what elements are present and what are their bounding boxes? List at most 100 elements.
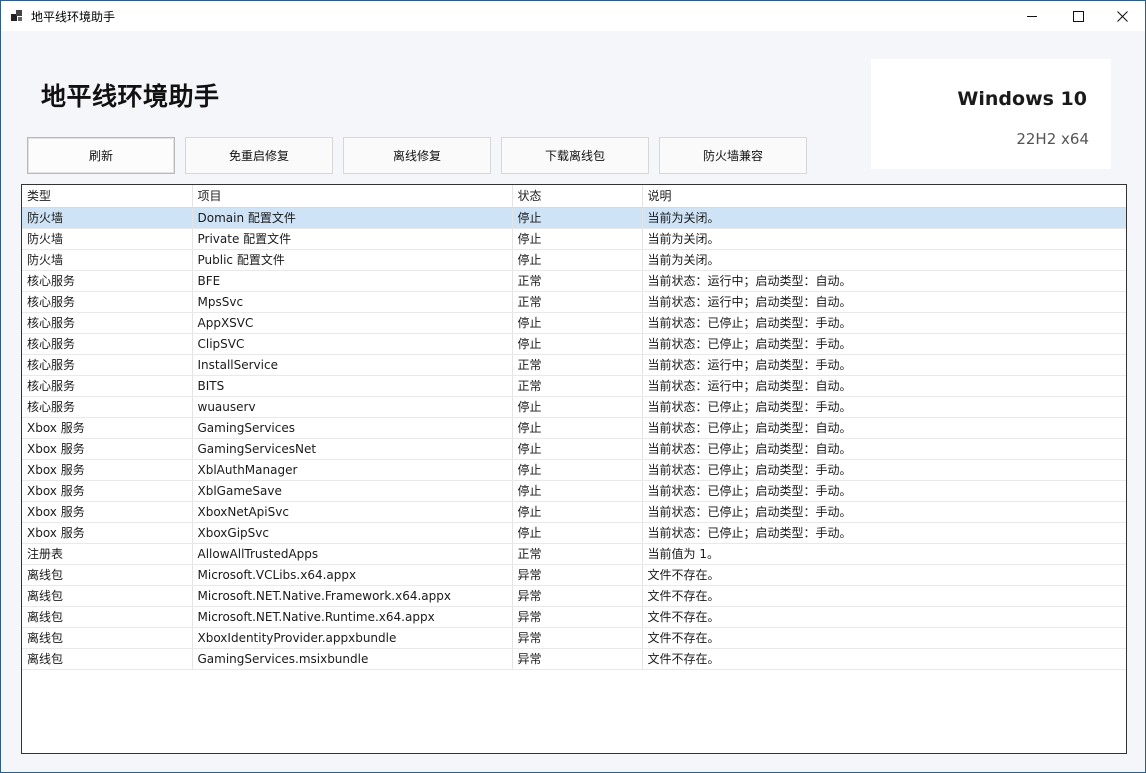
cell-status: 正常 xyxy=(512,354,643,376)
no-restart-repair-button[interactable]: 免重启修复 xyxy=(185,137,333,174)
table-row[interactable]: 防火墙 Domain 配置文件 停止 当前为关闭。 xyxy=(22,207,1126,229)
offline-repair-button[interactable]: 离线修复 xyxy=(343,137,491,174)
os-name: Windows 10 xyxy=(957,88,1087,110)
table-row[interactable]: 核心服务 BFE 正常 当前状态：运行中；启动类型：自动。 xyxy=(22,270,1126,292)
cell-status: 停止 xyxy=(512,438,643,460)
cell-item: GamingServicesNet xyxy=(192,438,513,460)
table-row[interactable]: 防火墙 Public 配置文件 停止 当前为关闭。 xyxy=(22,249,1126,271)
cell-status: 停止 xyxy=(512,312,643,334)
close-button[interactable] xyxy=(1099,1,1145,31)
cell-description: 当前状态：已停止；启动类型：手动。 xyxy=(642,333,1126,355)
cell-description: 文件不存在。 xyxy=(642,564,1126,586)
table-row[interactable]: Xbox 服务 XblGameSave 停止 当前状态：已停止；启动类型：手动。 xyxy=(22,480,1126,502)
app-window: 地平线环境助手 地平线环境助手 Windows 10 22H2 x64 刷新 免… xyxy=(0,0,1146,773)
table-row[interactable]: Xbox 服务 XboxNetApiSvc 停止 当前状态：已停止；启动类型：手动。 xyxy=(22,501,1126,523)
table-row[interactable]: 核心服务 ClipSVC 停止 当前状态：已停止；启动类型：手动。 xyxy=(22,333,1126,355)
cell-type: 核心服务 xyxy=(22,312,193,334)
cell-description: 文件不存在。 xyxy=(642,648,1126,670)
table-row[interactable]: 离线包 Microsoft.VCLibs.x64.appx 异常 文件不存在。 xyxy=(22,564,1126,586)
cell-status: 停止 xyxy=(512,522,643,544)
cell-type: 核心服务 xyxy=(22,375,193,397)
cell-type: 核心服务 xyxy=(22,291,193,313)
cell-status: 异常 xyxy=(512,585,643,607)
cell-status: 停止 xyxy=(512,396,643,418)
column-header-type[interactable]: 类型 xyxy=(22,185,193,208)
table-row[interactable]: 离线包 XboxIdentityProvider.appxbundle 异常 文件不存… xyxy=(22,627,1126,649)
maximize-button[interactable] xyxy=(1055,1,1101,31)
cell-item: MpsSvc xyxy=(192,291,513,313)
table-row[interactable]: 核心服务 MpsSvc 正常 当前状态：运行中；启动类型：自动。 xyxy=(22,291,1126,313)
status-table[interactable]: 类型 项目 状态 说明 防火墙 Domain 配置文件 停止 当前为关闭。 防火墙 Pri… xyxy=(21,184,1127,754)
cell-item: XboxNetApiSvc xyxy=(192,501,513,523)
cell-item: Domain 配置文件 xyxy=(192,207,513,229)
cell-status: 停止 xyxy=(512,417,643,439)
table-row[interactable]: Xbox 服务 GamingServicesNet 停止 当前状态：已停止；启动类型：… xyxy=(22,438,1126,460)
cell-type: Xbox 服务 xyxy=(22,501,193,523)
cell-status: 正常 xyxy=(512,543,643,565)
cell-type: 离线包 xyxy=(22,606,193,628)
cell-status: 异常 xyxy=(512,627,643,649)
table-body: 防火墙 Domain 配置文件 停止 当前为关闭。 防火墙 Private 配置文件 停止当… xyxy=(22,207,1126,670)
download-offline-package-button[interactable]: 下载离线包 xyxy=(501,137,649,174)
table-row[interactable]: 离线包 GamingServices.msixbundle 异常 文件不存在。 xyxy=(22,648,1126,670)
cell-type: 核心服务 xyxy=(22,333,193,355)
cell-description: 当前状态：运行中；启动类型：自动。 xyxy=(642,375,1126,397)
cell-type: Xbox 服务 xyxy=(22,417,193,439)
cell-description: 文件不存在。 xyxy=(642,627,1126,649)
table-row[interactable]: 核心服务 AppXSVC 停止 当前状态：已停止；启动类型：手动。 xyxy=(22,312,1126,334)
cell-status: 停止 xyxy=(512,333,643,355)
cell-item: XblAuthManager xyxy=(192,459,513,481)
table-row[interactable]: 防火墙 Private 配置文件 停止 当前为关闭。 xyxy=(22,228,1126,250)
cell-status: 异常 xyxy=(512,606,643,628)
cell-item: XblGameSave xyxy=(192,480,513,502)
cell-item: XboxGipSvc xyxy=(192,522,513,544)
cell-description: 文件不存在。 xyxy=(642,585,1126,607)
cell-description: 当前值为 1。 xyxy=(642,543,1126,565)
column-header-item[interactable]: 项目 xyxy=(192,185,513,208)
page-title: 地平线环境助手 xyxy=(41,82,220,111)
cell-description: 当前状态：运行中；启动类型：手动。 xyxy=(642,354,1126,376)
cell-description: 当前为关闭。 xyxy=(642,249,1126,271)
table-row[interactable]: 离线包 Microsoft.NET.Native.Framework.x64.ap… xyxy=(22,585,1126,607)
cell-status: 停止 xyxy=(512,249,643,271)
cell-description: 当前状态：已停止；启动类型：手动。 xyxy=(642,459,1126,481)
cell-type: 离线包 xyxy=(22,585,193,607)
title-bar[interactable]: 地平线环境助手 xyxy=(1,1,1145,31)
cell-type: Xbox 服务 xyxy=(22,480,193,502)
close-icon xyxy=(1116,10,1128,22)
cell-status: 停止 xyxy=(512,228,643,250)
cell-description: 当前为关闭。 xyxy=(642,207,1126,229)
cell-item: wuauserv xyxy=(192,396,513,418)
cell-item: BITS xyxy=(192,375,513,397)
os-version: 22H2 x64 xyxy=(1016,130,1089,148)
cell-item: InstallService xyxy=(192,354,513,376)
cell-status: 异常 xyxy=(512,564,643,586)
cell-status: 停止 xyxy=(512,459,643,481)
table-row[interactable]: 离线包 Microsoft.NET.Native.Runtime.x64.appx… xyxy=(22,606,1126,628)
cell-item: GamingServices.msixbundle xyxy=(192,648,513,670)
cell-item: Microsoft.NET.Native.Runtime.x64.appx xyxy=(192,606,513,628)
maximize-icon xyxy=(1072,10,1084,22)
column-header-description[interactable]: 说明 xyxy=(642,185,1126,208)
table-row[interactable]: Xbox 服务 XboxGipSvc 停止 当前状态：已停止；启动类型：手动。 xyxy=(22,522,1126,544)
table-row[interactable]: 核心服务 wuauserv 停止 当前状态：已停止；启动类型：手动。 xyxy=(22,396,1126,418)
table-row[interactable]: 核心服务 InstallService 正常 当前状态：运行中；启动类型：手动。 xyxy=(22,354,1126,376)
table-row[interactable]: Xbox 服务 XblAuthManager 停止 当前状态：已停止；启动类型：手动。 xyxy=(22,459,1126,481)
cell-description: 当前状态：运行中；启动类型：自动。 xyxy=(642,270,1126,292)
table-row[interactable]: 注册表 AllowAllTrustedApps 正常 当前值为 1。 xyxy=(22,543,1126,565)
cell-status: 停止 xyxy=(512,501,643,523)
cell-item: Private 配置文件 xyxy=(192,228,513,250)
cell-description: 当前状态：已停止；启动类型：手动。 xyxy=(642,501,1126,523)
firewall-compat-button[interactable]: 防火墙兼容 xyxy=(659,137,807,174)
cell-type: 防火墙 xyxy=(22,207,193,229)
cell-type: 核心服务 xyxy=(22,270,193,292)
cell-type: 注册表 xyxy=(22,543,193,565)
table-row[interactable]: 核心服务 BITS 正常 当前状态：运行中；启动类型：自动。 xyxy=(22,375,1126,397)
table-row[interactable]: Xbox 服务 GamingServices 停止 当前状态：已停止；启动类型：自动。 xyxy=(22,417,1126,439)
column-header-status[interactable]: 状态 xyxy=(512,185,643,208)
minimize-button[interactable] xyxy=(1009,1,1055,31)
window-title: 地平线环境助手 xyxy=(31,10,116,24)
refresh-button[interactable]: 刷新 xyxy=(27,137,175,174)
cell-item: Public 配置文件 xyxy=(192,249,513,271)
table-header-row: 类型 项目 状态 说明 xyxy=(22,185,1126,208)
